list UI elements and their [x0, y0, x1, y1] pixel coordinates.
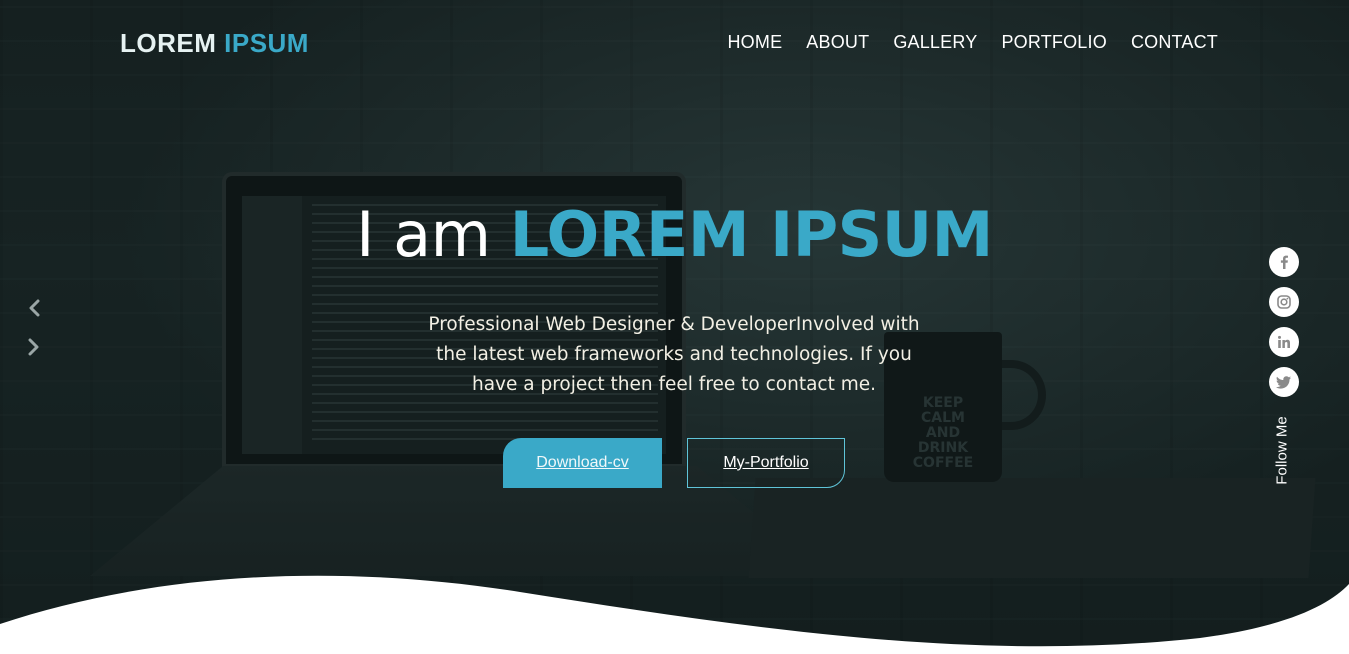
- linkedin-link[interactable]: [1269, 327, 1299, 357]
- hero-intro: I am: [356, 198, 491, 271]
- download-cv-button[interactable]: Download-cv: [503, 438, 662, 488]
- slider-next-button[interactable]: [24, 337, 44, 357]
- my-portfolio-button[interactable]: My-Portfolio: [687, 438, 845, 488]
- logo-text-primary: LOREM: [120, 28, 217, 58]
- hero-name: LOREM IPSUM: [509, 198, 994, 271]
- site-logo[interactable]: LOREM IPSUM: [120, 28, 309, 59]
- nav-portfolio[interactable]: PORTFOLIO: [1001, 32, 1107, 53]
- hero-section: KEEP CALM AND DRINK COFFEE LOREM IPSUM H…: [0, 0, 1349, 654]
- bottom-wave: [0, 575, 1349, 654]
- hero-headline: I am LOREM IPSUM: [0, 198, 1349, 271]
- instagram-icon: [1277, 295, 1291, 309]
- twitter-icon: [1276, 376, 1291, 389]
- follow-me-label: Follow Me: [1273, 416, 1291, 485]
- nav-home[interactable]: HOME: [727, 32, 782, 53]
- main-nav: HOME ABOUT GALLERY PORTFOLIO CONTACT: [727, 32, 1218, 53]
- facebook-link[interactable]: [1269, 247, 1299, 277]
- chevron-right-icon: [28, 338, 39, 356]
- twitter-link[interactable]: [1269, 367, 1299, 397]
- chevron-left-icon: [29, 299, 40, 317]
- nav-gallery[interactable]: GALLERY: [893, 32, 977, 53]
- hero-tagline: Professional Web Designer & DeveloperInv…: [428, 314, 920, 395]
- nav-about[interactable]: ABOUT: [806, 32, 869, 53]
- linkedin-icon: [1278, 335, 1290, 348]
- facebook-icon: [1280, 255, 1288, 269]
- instagram-link[interactable]: [1269, 287, 1299, 317]
- slider-prev-button[interactable]: [24, 298, 44, 318]
- nav-contact[interactable]: CONTACT: [1131, 32, 1218, 53]
- logo-text-accent: IPSUM: [224, 28, 309, 58]
